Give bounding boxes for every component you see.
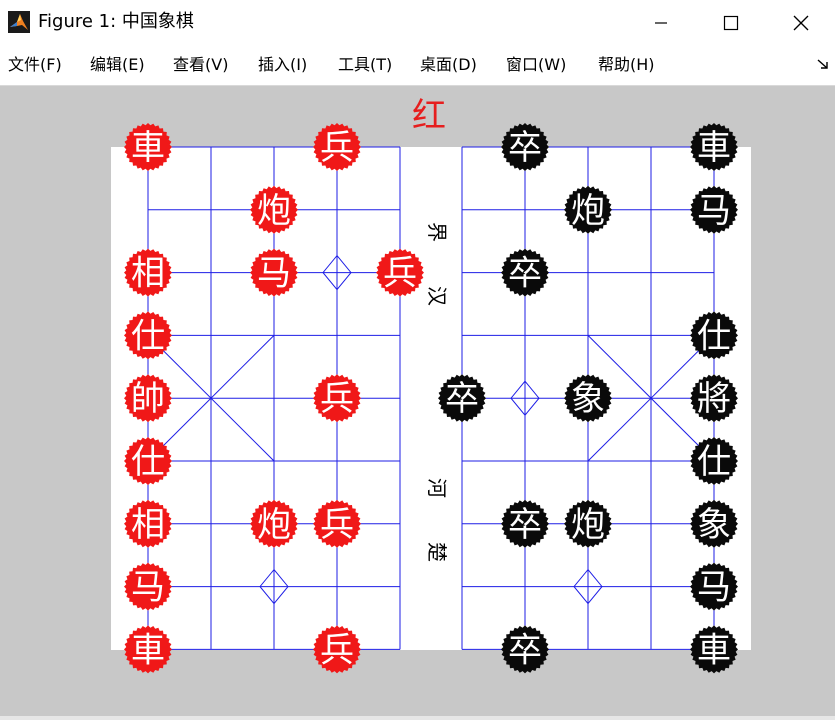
red-piece[interactable]: 炮 xyxy=(250,185,298,234)
piece-label: 卒 xyxy=(445,379,479,419)
red-piece[interactable]: 相 xyxy=(124,499,172,548)
river-char: 界 xyxy=(425,222,449,242)
black-piece[interactable]: 象 xyxy=(564,374,612,423)
black-piece[interactable]: 將 xyxy=(690,374,738,423)
black-piece[interactable]: 象 xyxy=(690,499,738,548)
piece-label: 马 xyxy=(257,254,291,294)
river-char: 楚 xyxy=(425,542,449,562)
river-char: 河 xyxy=(425,478,449,498)
red-piece[interactable]: 仕 xyxy=(124,311,172,360)
piece-label: 將 xyxy=(697,379,731,419)
black-piece[interactable]: 仕 xyxy=(690,437,738,485)
piece-label: 仕 xyxy=(131,316,165,356)
piece-label: 仕 xyxy=(131,442,165,482)
menu-view[interactable]: 查看(V) xyxy=(173,54,228,76)
menu-desktop[interactable]: 桌面(D) xyxy=(420,54,477,76)
piece-label: 相 xyxy=(131,254,165,294)
maximize-icon xyxy=(723,15,739,30)
black-piece[interactable]: 卒 xyxy=(501,123,549,171)
title-bar: Figure 1: 中国象棋 xyxy=(0,0,835,45)
piece-label: 象 xyxy=(571,379,605,419)
menu-insert[interactable]: 插入(I) xyxy=(258,54,307,76)
black-piece[interactable]: 炮 xyxy=(564,185,612,234)
turn-indicator: 红 xyxy=(412,96,446,136)
red-piece[interactable]: 马 xyxy=(250,248,298,297)
black-piece[interactable]: 马 xyxy=(690,562,738,611)
piece-label: 炮 xyxy=(257,191,291,231)
black-piece[interactable]: 卒 xyxy=(501,499,549,548)
menu-tools[interactable]: 工具(T) xyxy=(338,54,392,76)
piece-label: 兵 xyxy=(320,379,354,419)
piece-label: 車 xyxy=(697,630,731,670)
black-piece[interactable]: 車 xyxy=(690,625,738,674)
red-piece[interactable]: 仕 xyxy=(124,437,172,485)
piece-label: 卒 xyxy=(508,505,542,545)
black-piece[interactable]: 马 xyxy=(690,185,738,234)
piece-label: 炮 xyxy=(571,505,605,545)
red-piece[interactable]: 兵 xyxy=(313,625,361,674)
matlab-logo-icon xyxy=(8,11,30,33)
piece-label: 兵 xyxy=(320,505,354,545)
piece-label: 兵 xyxy=(320,630,354,670)
window-title: Figure 1: 中国象棋 xyxy=(38,11,194,32)
close-button[interactable] xyxy=(770,0,832,45)
black-piece[interactable]: 車 xyxy=(690,123,738,171)
menu-window[interactable]: 窗口(W) xyxy=(506,54,566,76)
black-piece[interactable]: 炮 xyxy=(564,499,612,548)
piece-label: 卒 xyxy=(508,254,542,294)
maximize-button[interactable] xyxy=(700,0,762,45)
piece-label: 仕 xyxy=(697,316,731,356)
black-piece[interactable]: 卒 xyxy=(501,248,549,297)
red-piece[interactable]: 車 xyxy=(124,625,172,674)
piece-label: 車 xyxy=(697,128,731,168)
red-piece[interactable]: 車 xyxy=(124,123,172,171)
piece-label: 象 xyxy=(697,505,731,545)
menu-edit[interactable]: 编辑(E) xyxy=(90,54,145,76)
piece-label: 马 xyxy=(131,568,165,608)
piece-label: 帥 xyxy=(131,379,165,419)
bottom-border xyxy=(0,716,835,720)
piece-label: 马 xyxy=(697,568,731,608)
menu-bar: 文件(F) 编辑(E) 查看(V) 插入(I) 工具(T) 桌面(D) 窗口(W… xyxy=(0,45,835,86)
minimize-icon xyxy=(655,21,667,24)
piece-label: 車 xyxy=(131,630,165,670)
red-piece[interactable]: 炮 xyxy=(250,499,298,548)
piece-label: 炮 xyxy=(571,191,605,231)
piece-label: 卒 xyxy=(508,128,542,168)
dock-arrow-icon[interactable] xyxy=(816,57,830,71)
red-piece[interactable]: 兵 xyxy=(313,374,361,423)
piece-label: 兵 xyxy=(383,254,417,294)
piece-label: 兵 xyxy=(320,128,354,168)
river-char: 汉 xyxy=(425,286,449,306)
black-piece[interactable]: 卒 xyxy=(438,374,486,423)
red-piece[interactable]: 兵 xyxy=(313,123,361,171)
piece-label: 仕 xyxy=(697,442,731,482)
xiangqi-board[interactable]: 界 汉 河 楚 红 車兵炮相马兵仕帥 兵仕相炮兵马車 兵卒 車炮 马卒仕卒象將仕卒炮象马… xyxy=(0,86,835,716)
black-piece[interactable]: 仕 xyxy=(690,311,738,360)
piece-label: 马 xyxy=(697,191,731,231)
menu-file[interactable]: 文件(F) xyxy=(8,54,62,76)
piece-label: 炮 xyxy=(257,505,291,545)
piece-label: 卒 xyxy=(508,630,542,670)
menu-help[interactable]: 帮助(H) xyxy=(598,54,655,76)
piece-label: 車 xyxy=(131,128,165,168)
red-piece[interactable]: 马 xyxy=(124,562,172,611)
red-piece[interactable]: 兵 xyxy=(376,248,424,297)
minimize-button[interactable] xyxy=(630,0,692,45)
red-piece[interactable]: 帥 xyxy=(124,374,172,423)
black-piece[interactable]: 卒 xyxy=(501,625,549,674)
red-piece[interactable]: 相 xyxy=(124,248,172,297)
piece-label: 相 xyxy=(131,505,165,545)
close-icon xyxy=(793,15,809,30)
red-piece[interactable]: 兵 xyxy=(313,499,361,548)
